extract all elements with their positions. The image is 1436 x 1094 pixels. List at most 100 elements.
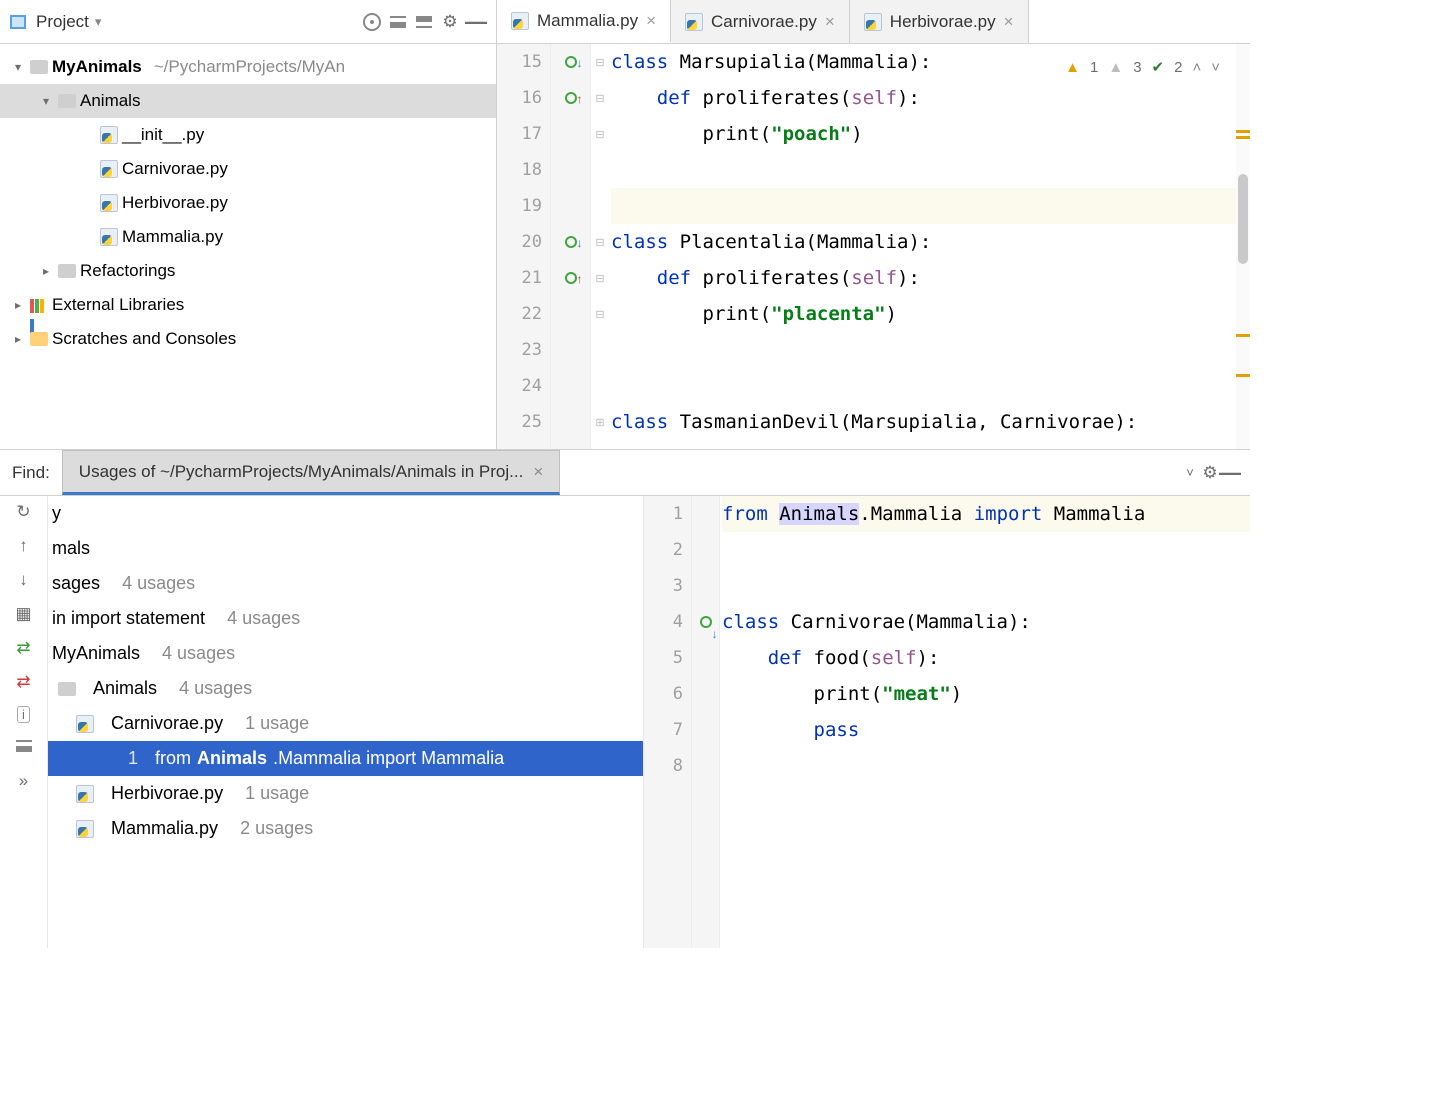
usages-tree[interactable]: y mals sages 4 usages in import statemen…: [48, 496, 644, 948]
info-icon[interactable]: i: [17, 706, 30, 723]
more-icon[interactable]: »: [19, 771, 28, 791]
usage-preview[interactable]: 12345678 from Animals.Mammalia import Ma…: [644, 496, 1250, 948]
project-tree[interactable]: ▾ MyAnimals ~/PycharmProjects/MyAn ▾ Ani…: [0, 44, 496, 449]
error-stripe-mark[interactable]: [1236, 334, 1250, 337]
folder-icon: [58, 264, 76, 278]
tab-carnivorae[interactable]: Carnivorae.py ×: [671, 0, 850, 43]
project-view-dropdown-icon[interactable]: ▾: [95, 14, 102, 30]
tree-label: Refactorings: [80, 261, 175, 281]
gear-icon[interactable]: ⚙: [440, 12, 460, 32]
chevron-right-icon[interactable]: ▸: [10, 332, 26, 346]
import-icon[interactable]: ⇄: [16, 672, 30, 692]
tab-herbivorae[interactable]: Herbivorae.py ×: [850, 0, 1029, 43]
tree-label: Mammalia.py: [122, 227, 223, 247]
code-content[interactable]: from Animals.Mammalia import Mammaliacla…: [720, 496, 1250, 948]
tab-mammalia[interactable]: Mammalia.py×: [497, 0, 671, 43]
error-stripe-mark[interactable]: [1236, 130, 1250, 133]
python-file-icon: [511, 12, 529, 30]
tab-label: Herbivorae.py: [890, 12, 996, 32]
python-file-icon: [76, 820, 94, 838]
tree-file[interactable]: Carnivorae.py: [0, 152, 496, 186]
group-by-icon[interactable]: ▦: [15, 604, 31, 624]
chevron-right-icon[interactable]: ▸: [10, 298, 26, 312]
chevron-down-icon[interactable]: ▾: [10, 60, 26, 74]
python-file-icon: [100, 160, 118, 178]
hide-icon[interactable]: —: [466, 12, 486, 32]
usage-row[interactable]: y: [48, 496, 643, 531]
project-icon: [10, 15, 26, 29]
usage-line-selected[interactable]: 1 from Animals.Mammalia import Mammalia: [48, 741, 643, 776]
fold-gutter[interactable]: ⊟⊟⊟⊟⊟⊟⊞: [591, 44, 609, 449]
usage-row[interactable]: MyAnimals 4 usages: [48, 636, 643, 671]
error-stripe-mark[interactable]: [1236, 136, 1250, 139]
scrollbar-thumb[interactable]: [1238, 174, 1248, 264]
find-label: Find:: [0, 463, 62, 483]
find-toolbar: ↻ ↑ ↓ ▦ ⇄ ⇄ i »: [0, 496, 48, 948]
chevron-down-icon[interactable]: ˅: [1180, 463, 1200, 483]
prev-occurrence-icon[interactable]: ↑: [19, 536, 28, 556]
marker-gutter[interactable]: [551, 44, 591, 449]
line-number-gutter[interactable]: 1516171819202122232425: [497, 44, 551, 449]
ok-count: 2: [1174, 59, 1182, 76]
tree-path: ~/PycharmProjects/MyAn: [154, 57, 345, 77]
code-content[interactable]: class Marsupialia(Mammalia): def prolife…: [609, 44, 1250, 449]
tree-file[interactable]: __init__.py: [0, 118, 496, 152]
tree-project-root[interactable]: ▾ MyAnimals ~/PycharmProjects/MyAn: [0, 50, 496, 84]
usage-row[interactable]: sages 4 usages: [48, 566, 643, 601]
next-occurrence-icon[interactable]: ↓: [19, 570, 28, 590]
close-icon[interactable]: ×: [1004, 12, 1014, 32]
usage-row[interactable]: Animals 4 usages: [48, 671, 643, 706]
editor-area: Mammalia.py× Carnivorae.py × Herbivorae.p…: [497, 0, 1250, 449]
close-icon[interactable]: ×: [646, 11, 656, 31]
close-icon[interactable]: ×: [825, 12, 835, 32]
libraries-icon: [30, 298, 48, 312]
tree-file[interactable]: Mammalia.py: [0, 220, 496, 254]
tree-scratches[interactable]: ▸ Scratches and Consoles: [0, 322, 496, 356]
find-header: Find: Usages of ~/PycharmProjects/MyAnim…: [0, 450, 1250, 496]
python-file-icon: [100, 194, 118, 212]
python-file-icon: [100, 228, 118, 246]
next-highlight-icon[interactable]: ˅: [1211, 59, 1220, 76]
hide-icon[interactable]: —: [1220, 463, 1240, 483]
tree-external-libraries[interactable]: ▸ External Libraries: [0, 288, 496, 322]
tree-folder-animals[interactable]: ▾ Animals: [0, 84, 496, 118]
python-file-icon: [685, 13, 703, 31]
expand-all-icon[interactable]: [388, 12, 408, 32]
locate-icon[interactable]: [362, 12, 382, 32]
chevron-right-icon[interactable]: ▸: [38, 264, 54, 278]
usage-row[interactable]: Herbivorae.py 1 usage: [48, 776, 643, 811]
chevron-down-icon[interactable]: ▾: [38, 94, 54, 108]
find-tab[interactable]: Usages of ~/PycharmProjects/MyAnimals/An…: [62, 450, 560, 495]
export-icon[interactable]: ⇄: [16, 638, 30, 658]
prev-highlight-icon[interactable]: ˄: [1192, 59, 1201, 76]
vertical-scrollbar[interactable]: [1236, 44, 1250, 449]
tree-label: Herbivorae.py: [122, 193, 228, 213]
scratches-icon: [30, 332, 48, 346]
error-stripe-mark[interactable]: [1236, 374, 1250, 377]
gear-icon[interactable]: ⚙: [1200, 463, 1220, 483]
project-header: Project ▾ ⚙ —: [0, 0, 496, 44]
collapse-all-icon[interactable]: [414, 12, 434, 32]
usage-row[interactable]: Carnivorae.py 1 usage: [48, 706, 643, 741]
tree-label: External Libraries: [52, 295, 184, 315]
tree-file[interactable]: Herbivorae.py: [0, 186, 496, 220]
usage-row[interactable]: Mammalia.py 2 usages: [48, 811, 643, 846]
tree-folder-refactorings[interactable]: ▸ Refactorings: [0, 254, 496, 288]
marker-gutter[interactable]: [692, 496, 720, 948]
line-number-gutter[interactable]: 12345678: [644, 496, 692, 948]
expand-all-icon[interactable]: [16, 737, 32, 757]
python-file-icon: [76, 785, 94, 803]
warning-icon: ▲: [1065, 59, 1080, 76]
tab-label: Carnivorae.py: [711, 12, 817, 32]
usage-row[interactable]: mals: [48, 531, 643, 566]
inspections-widget[interactable]: ▲1 ▲3 ✔2 ˄ ˅: [1061, 56, 1224, 78]
rerun-icon[interactable]: ↻: [16, 502, 30, 522]
weak-warning-count: 3: [1133, 59, 1141, 76]
code-editor[interactable]: 1516171819202122232425 ⊟⊟⊟⊟⊟⊟⊞ class Mar…: [497, 44, 1250, 449]
close-icon[interactable]: ×: [533, 462, 543, 482]
folder-icon: [58, 94, 76, 108]
tree-label: Scratches and Consoles: [52, 329, 236, 349]
warning-count: 1: [1090, 59, 1098, 76]
usage-row[interactable]: in import statement 4 usages: [48, 601, 643, 636]
project-view-title[interactable]: Project: [36, 12, 89, 32]
